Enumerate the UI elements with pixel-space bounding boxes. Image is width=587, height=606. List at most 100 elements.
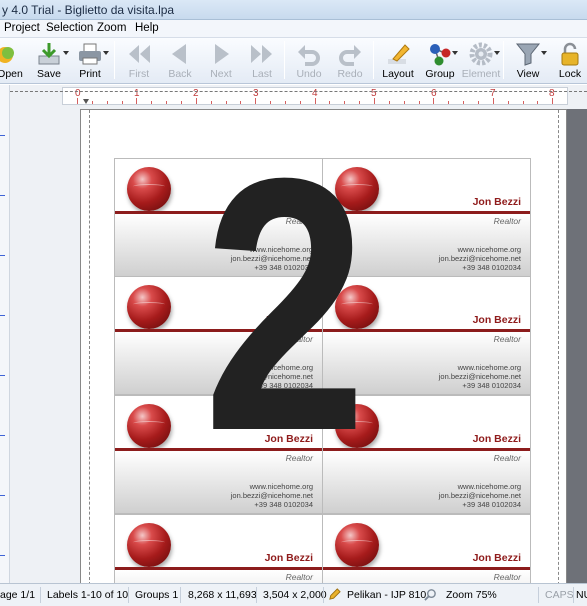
vertical-ruler <box>0 85 10 583</box>
red-sphere-logo <box>335 167 379 211</box>
save-button[interactable]: Save <box>32 38 66 82</box>
redo-icon <box>339 45 361 66</box>
card-title: Realtor <box>493 572 521 582</box>
ruler-tick <box>0 435 5 436</box>
save-icon <box>38 43 60 65</box>
lock-button[interactable]: Lock <box>553 38 587 82</box>
card-grid: Jon Bezzi Realtor www.nicehome.org jon.b… <box>114 158 531 583</box>
business-card[interactable]: Jon Bezzi Realtor www.nicehome.org jon.b… <box>114 276 323 395</box>
ruler-tick <box>225 101 227 104</box>
status-groups: Groups 1 <box>135 589 179 601</box>
ruler-tick <box>0 255 5 256</box>
gear-icon <box>469 42 493 66</box>
ruler-tick <box>106 101 108 104</box>
card-title: Realtor <box>285 453 313 463</box>
redo-button[interactable]: Redo <box>333 38 367 82</box>
last-label: Last <box>252 68 272 80</box>
ruler-tick <box>270 101 272 104</box>
ruler-tick <box>0 375 5 376</box>
element-dropdown-icon[interactable] <box>494 51 500 55</box>
undo-icon <box>298 45 320 66</box>
back-button[interactable]: Back <box>163 38 197 82</box>
last-button[interactable]: Last <box>245 38 279 82</box>
ruler-tick <box>166 101 168 104</box>
menu-help[interactable]: Help <box>135 22 159 34</box>
card-phone: +39 348 0102034 <box>462 263 521 272</box>
first-label: First <box>128 68 150 80</box>
status-caps: CAPS <box>545 589 574 601</box>
print-label: Print <box>79 68 101 80</box>
status-label-size: 3,504 x 2,000 <box>263 589 327 601</box>
ruler-tick <box>136 98 138 104</box>
card-phone: +39 348 0102034 <box>254 381 313 390</box>
view-button[interactable]: View <box>510 38 546 82</box>
group-button[interactable]: Group <box>422 38 458 82</box>
ruler-tick <box>121 101 123 104</box>
card-email: jon.bezzi@nicehome.net <box>438 372 521 381</box>
menu-project[interactable]: Project <box>4 22 40 34</box>
print-dropdown-icon[interactable] <box>103 51 109 55</box>
ruler-tick <box>418 101 420 104</box>
card-title: Realtor <box>493 453 521 463</box>
last-icon <box>251 45 272 63</box>
ruler-tick <box>299 101 301 104</box>
card-phone: +39 348 0102034 <box>462 500 521 509</box>
business-card[interactable]: Jon Bezzi Realtor www.nicehome.org jon.b… <box>114 395 323 514</box>
ruler-tick <box>344 101 346 104</box>
ruler-tick <box>552 98 554 104</box>
card-title: Realtor <box>285 216 313 226</box>
card-phone: +39 348 0102034 <box>254 263 313 272</box>
status-zoom: Zoom 75% <box>446 589 497 601</box>
menu-selection[interactable]: Selection <box>46 22 93 34</box>
open-button[interactable]: Open <box>0 38 26 82</box>
menu-zoom[interactable]: Zoom <box>97 22 126 34</box>
ruler-tick <box>374 98 375 104</box>
page-shadow <box>567 109 587 583</box>
element-button[interactable]: Element <box>461 38 501 82</box>
filter-icon <box>515 43 541 66</box>
status-separator <box>573 587 574 603</box>
card-email: jon.bezzi@nicehome.net <box>438 254 521 263</box>
toolbar-separator <box>284 41 285 79</box>
ruler-tick <box>180 101 182 104</box>
card-email: jon.bezzi@nicehome.net <box>230 254 313 263</box>
red-sphere-logo <box>335 285 379 329</box>
group-dropdown-icon[interactable] <box>452 51 458 55</box>
business-card[interactable]: Jon Bezzi Realtor www.nicehome.org jon.b… <box>322 395 531 514</box>
ruler-tick <box>433 98 435 104</box>
business-card[interactable]: Jon Bezzi Realtor www.nicehome.org jon.b… <box>322 158 531 277</box>
ruler-marker-icon[interactable] <box>83 99 89 104</box>
business-card[interactable]: Jon Bezzi Realtor www.nicehome.org jon.b… <box>322 276 531 395</box>
next-label: Next <box>210 68 232 80</box>
ruler-tick <box>388 101 390 104</box>
view-dropdown-icon[interactable] <box>541 51 547 55</box>
business-card[interactable]: Jon Bezzi Realtor <box>322 514 531 583</box>
print-button[interactable]: Print <box>74 38 106 82</box>
undo-button[interactable]: Undo <box>292 38 326 82</box>
folder-open-icon <box>0 47 14 63</box>
toolbar-separator <box>373 41 374 79</box>
card-phone: +39 348 0102034 <box>254 500 313 509</box>
business-card[interactable]: Jon Bezzi Realtor <box>114 514 323 583</box>
next-button[interactable]: Next <box>204 38 238 82</box>
card-name: Jon Bezzi <box>264 196 313 208</box>
workspace[interactable]: 0 1 2 3 4 5 6 7 8 Jon Bezzi Realtor www.… <box>0 85 587 583</box>
toolbar: Open Save Print First Back Next Last Und… <box>0 38 587 84</box>
open-label: Open <box>0 68 23 80</box>
save-dropdown-icon[interactable] <box>63 51 69 55</box>
ruler-tick <box>210 101 212 104</box>
layout-button[interactable]: Layout <box>380 38 416 82</box>
back-icon <box>172 44 186 64</box>
ruler-tick <box>507 101 509 104</box>
card-name: Jon Bezzi <box>472 314 521 326</box>
card-title: Realtor <box>285 334 313 344</box>
card-phone: +39 348 0102034 <box>462 381 521 390</box>
ruler-tick <box>91 101 93 104</box>
status-separator <box>40 587 41 603</box>
card-website: www.nicehome.org <box>457 363 521 372</box>
first-button[interactable]: First <box>122 38 156 82</box>
ruler-tick <box>492 98 494 104</box>
red-sphere-logo <box>335 404 379 448</box>
business-card[interactable]: Jon Bezzi Realtor www.nicehome.org jon.b… <box>114 158 323 277</box>
undo-label: Undo <box>296 68 322 80</box>
